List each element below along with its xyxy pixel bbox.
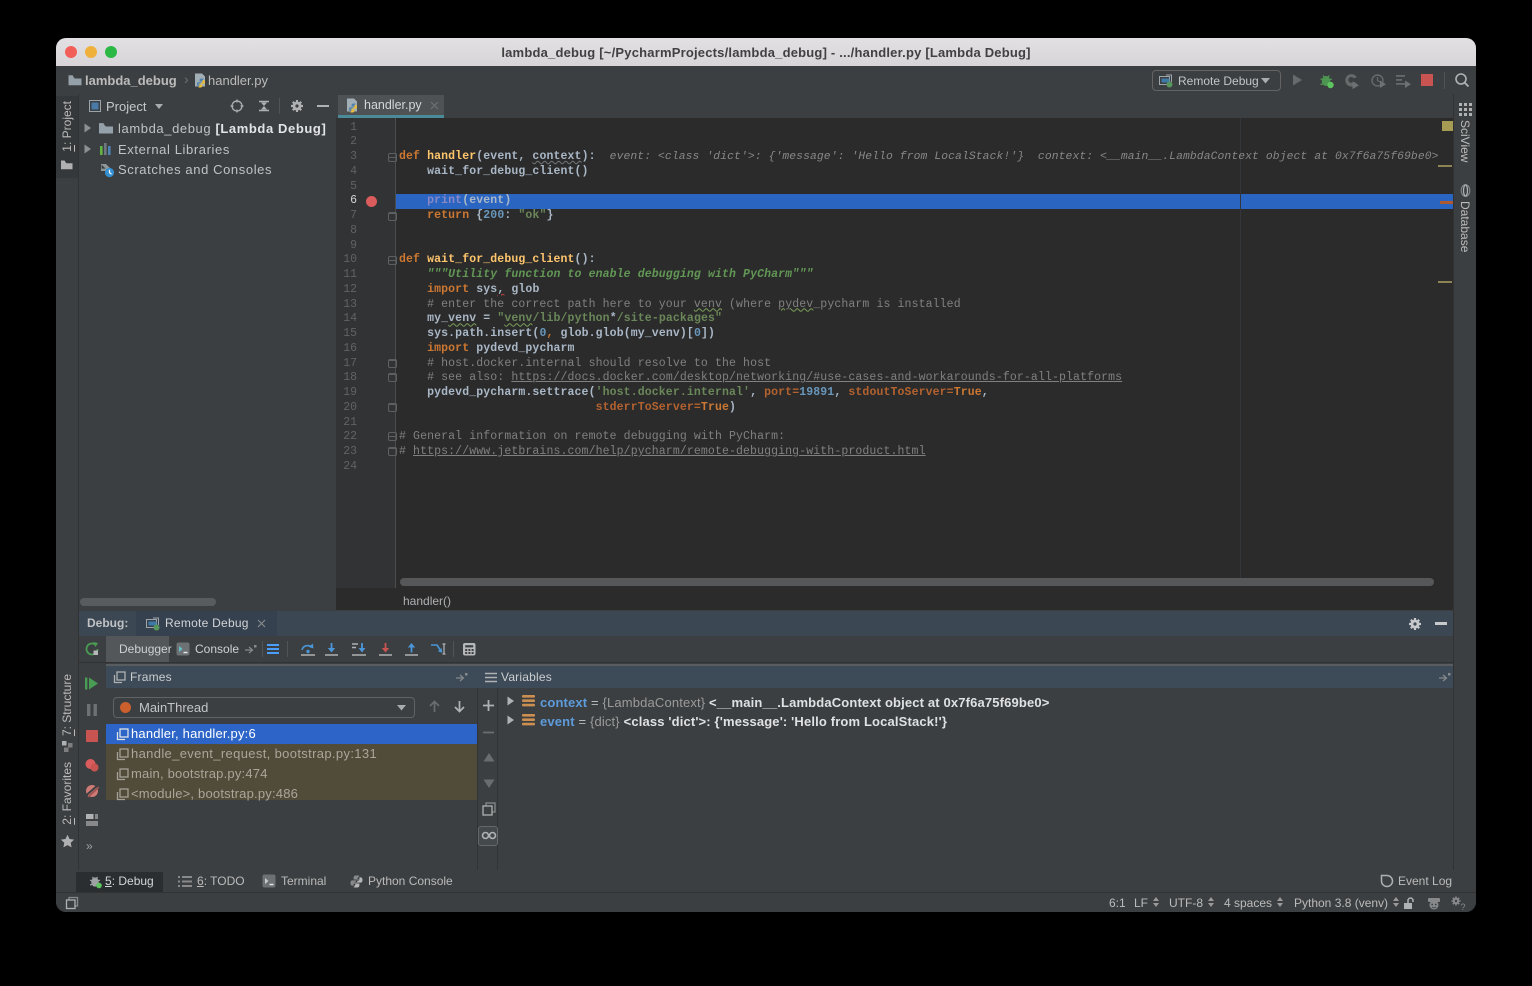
svg-text:?: ? [1461,902,1466,911]
